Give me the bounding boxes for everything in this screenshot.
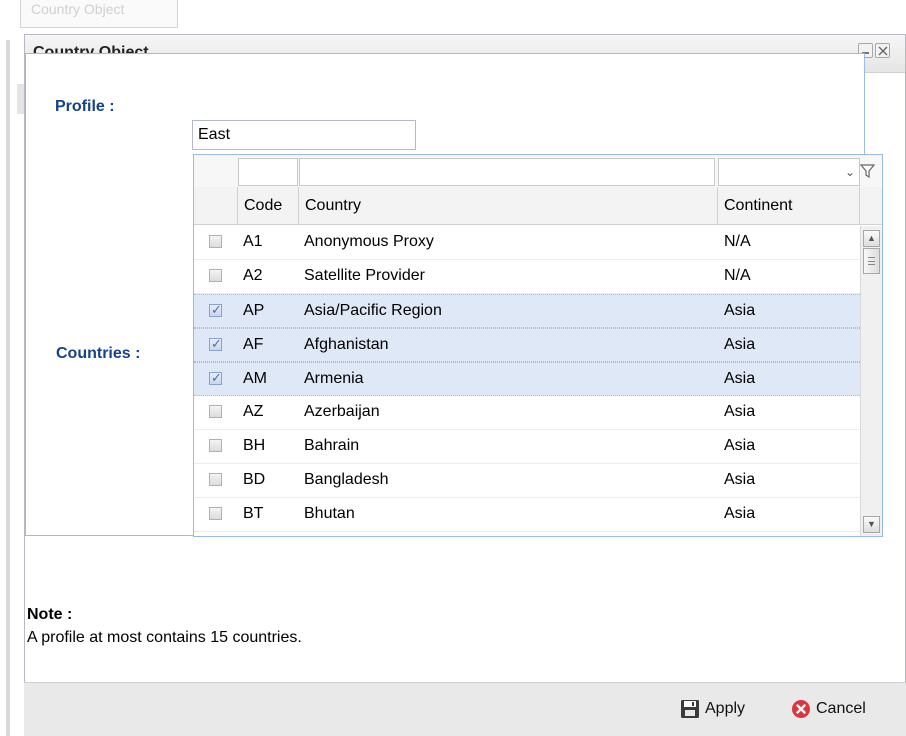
filter-icon[interactable] [859,164,876,184]
checkmark-icon: ✓ [211,302,222,317]
table-row[interactable]: ✓ AP Asia/Pacific Region Asia [194,294,860,328]
grid-scrollbar[interactable]: ▲ ▼ [860,226,882,536]
cell-code: AZ [243,403,264,420]
filter-row: ⌄ [194,155,882,187]
row-checkbox[interactable]: ✓ [209,302,222,317]
table-row[interactable]: ✓ AM Armenia Asia [194,362,860,396]
save-icon [680,699,700,724]
countries-grid: ⌄ Code Country Continent A1 Anonymous Pr… [193,154,883,537]
cell-country: Armenia [304,370,364,387]
cell-country: Afghanistan [304,336,389,353]
cell-code: A1 [243,233,263,250]
cell-country: Satellite Provider [304,267,425,284]
row-checkbox[interactable] [209,473,222,486]
cell-code: AF [243,336,264,353]
table-row[interactable]: A2 Satellite Provider N/A [194,260,860,294]
note-label: Note : [27,606,73,623]
cell-code: BT [243,505,264,522]
profile-input[interactable] [192,120,416,150]
cell-code: AP [243,302,265,319]
cell-country: Azerbaijan [304,403,380,420]
country-filter-input[interactable] [299,158,715,186]
countries-label: Countries : [56,345,141,362]
header-checkbox-column[interactable] [194,187,238,225]
cell-continent: Asia [724,505,756,522]
cell-continent: Asia [724,302,756,319]
table-row[interactable]: BT Bhutan Asia [194,498,860,532]
cell-country: Bangladesh [304,471,389,488]
apply-label: Apply [705,700,746,717]
cancel-icon [791,699,811,724]
code-filter-input[interactable] [238,158,298,186]
table-row[interactable]: AZ Azerbaijan Asia [194,396,860,430]
scroll-up-icon[interactable]: ▲ [863,230,880,247]
header-code[interactable]: Code [238,187,299,225]
chevron-down-icon[interactable]: ⌄ [845,165,855,179]
header-continent[interactable]: Continent [718,187,860,225]
background-panel-edge [6,40,10,736]
cell-country: Bahrain [304,437,360,454]
cell-continent: Asia [724,336,756,353]
grid-rows: A1 Anonymous Proxy N/A A2 Satellite Prov… [194,226,860,532]
table-row[interactable]: A1 Anonymous Proxy N/A [194,226,860,260]
cell-code: A2 [243,267,263,284]
table-row[interactable]: BD Bangladesh Asia [194,464,860,498]
scroll-down-icon[interactable]: ▼ [863,516,880,533]
continent-filter-select[interactable]: ⌄ [718,158,860,186]
cell-country: Bhutan [304,505,355,522]
cell-code: BH [243,437,266,454]
cell-continent: Asia [724,471,756,488]
cell-code: BD [243,471,266,488]
row-checkbox[interactable] [209,269,222,282]
grip-icon [868,257,875,265]
close-icon[interactable] [875,43,890,58]
row-checkbox[interactable] [209,235,222,248]
checkmark-icon: ✓ [211,370,222,385]
row-checkbox[interactable] [209,439,222,452]
row-checkbox[interactable]: ✓ [209,336,222,351]
cell-code: AM [243,370,267,387]
grid-header: Code Country Continent [194,187,882,225]
cell-continent: Asia [724,437,756,454]
cell-continent: Asia [724,370,756,387]
cell-continent: N/A [724,233,751,250]
scroll-thumb[interactable] [863,248,880,274]
note-text: A profile at most contains 15 countries. [27,629,302,646]
background-tab: Country Object [20,0,178,28]
row-checkbox[interactable]: ✓ [209,370,222,385]
cancel-label: Cancel [816,700,866,717]
cell-continent: Asia [724,403,756,420]
table-row[interactable]: ✓ AF Afghanistan Asia [194,328,860,362]
cell-country: Asia/Pacific Region [304,302,442,319]
cell-country: Anonymous Proxy [304,233,434,250]
row-checkbox[interactable] [209,405,222,418]
header-country[interactable]: Country [299,187,718,225]
background-panel-handle [17,84,24,114]
cell-continent: N/A [724,267,751,284]
row-checkbox[interactable] [209,507,222,520]
profile-label: Profile : [55,98,115,115]
checkmark-icon: ✓ [211,336,222,351]
table-row[interactable]: BH Bahrain Asia [194,430,860,464]
